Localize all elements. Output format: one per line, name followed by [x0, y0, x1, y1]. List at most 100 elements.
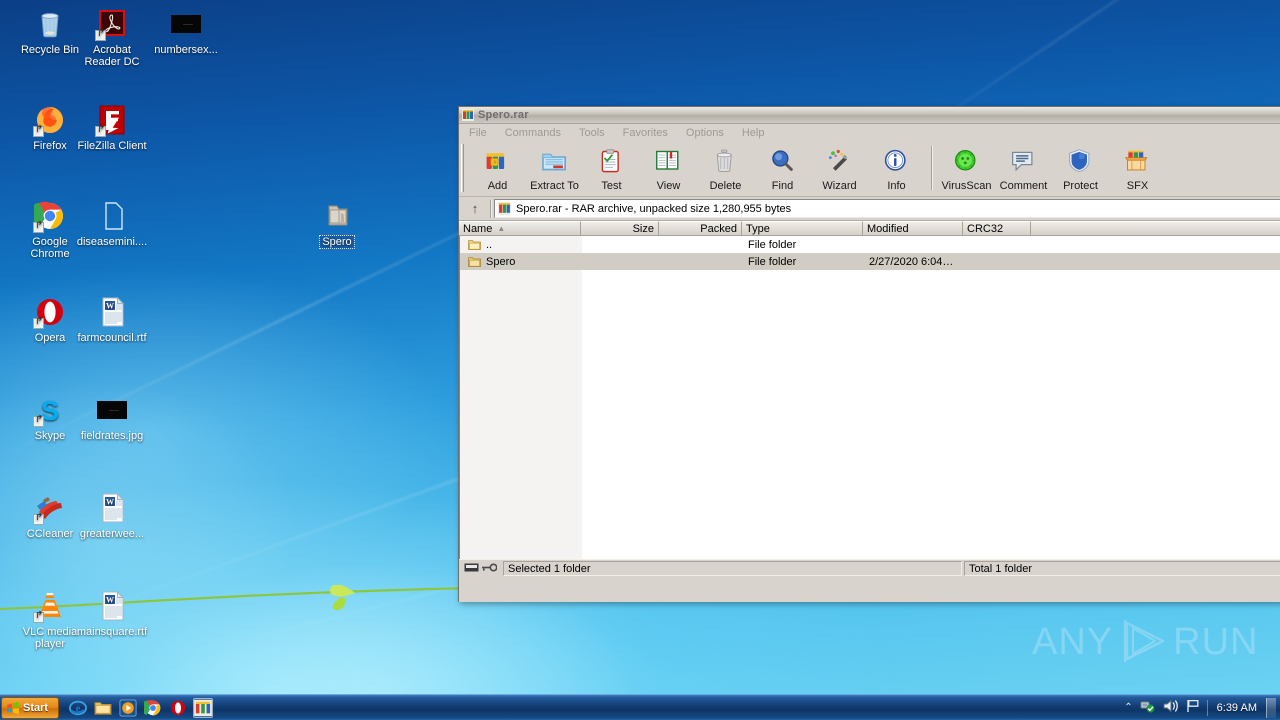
menu-item-favorites[interactable]: Favorites	[621, 126, 670, 140]
toolbar-extract-to-button[interactable]: Extract To	[526, 144, 583, 192]
toolbar-button-label: Find	[771, 180, 794, 192]
menu-item-help[interactable]: Help	[740, 126, 767, 140]
disk-icon	[464, 562, 479, 576]
toolbar-comment-button[interactable]: Comment	[995, 144, 1052, 192]
flag-action-center-icon[interactable]	[1186, 699, 1200, 716]
windows-flag-icon	[6, 701, 20, 715]
file-list-body[interactable]: .. File folder Spero File folder 2/27/2020 6…	[459, 236, 1280, 559]
toolbar-wizard-button[interactable]: Wizard	[811, 144, 868, 192]
taskbar[interactable]: Start e ⌃ 6:39 AM	[0, 694, 1280, 720]
desktop-icon-greaterwee[interactable]: Wgreaterwee...	[66, 492, 158, 540]
column-header-name[interactable]: Name ▲	[459, 221, 581, 236]
toolbar-sfx-button[interactable]: SFX	[1109, 144, 1166, 192]
winrar-address-bar[interactable]: ↑ Spero.rar - RAR archive, unpacked size…	[459, 197, 1280, 221]
add-archive-icon	[469, 146, 526, 178]
table-row[interactable]: Spero File folder 2/27/2020 6:04…	[460, 253, 1280, 270]
desktop-icon-label: Spero	[319, 235, 355, 249]
word-doc-icon: W	[96, 492, 128, 524]
desktop-icon-label: farmcouncil.rtf	[77, 332, 147, 344]
column-header-modified[interactable]: Modified	[863, 221, 963, 236]
menu-item-options[interactable]: Options	[684, 126, 726, 140]
word-doc-icon: W	[96, 296, 128, 328]
chrome-icon	[28, 200, 66, 233]
column-header-packed[interactable]: Packed	[659, 221, 742, 236]
desktop-icon-numbersex[interactable]: numbersex...	[140, 8, 232, 56]
taskbar-chrome-button[interactable]	[143, 698, 163, 718]
view-book-icon	[640, 146, 697, 178]
desktop-icon-fieldrates-jpg[interactable]: fieldrates.jpg	[66, 394, 158, 442]
folder-icon	[468, 256, 481, 268]
acrobat-reader-icon	[95, 8, 128, 41]
media-player-icon	[119, 698, 137, 717]
taskbar-media-player-button[interactable]	[118, 698, 138, 718]
winrar-window[interactable]: Spero.rar File Commands Tools Favorites Opti…	[458, 106, 1280, 602]
desktop-icon-filezilla-client[interactable]: FileZilla Client	[66, 104, 158, 152]
column-header-size[interactable]: Size	[581, 221, 659, 236]
winrar-toolbar[interactable]: Add Extract To Test View Delete Find Wizard Inf…	[459, 141, 1280, 197]
desktop-icon-spero[interactable]: Spero	[291, 200, 383, 249]
show-desktop-icon[interactable]	[1266, 697, 1276, 718]
toolbar-protect-button[interactable]: Protect	[1052, 144, 1109, 192]
desktop-icon-diseasemini[interactable]: diseasemini....	[66, 200, 158, 248]
taskbar-explorer-folder-button[interactable]	[93, 698, 113, 718]
toolbar-test-button[interactable]: Test	[583, 144, 640, 192]
toolbar-button-label: Add	[487, 180, 508, 192]
svg-text:W: W	[106, 497, 114, 506]
archive-path-field[interactable]: Spero.rar - RAR archive, unpacked size 1…	[494, 199, 1280, 218]
delete-trash-icon	[697, 146, 754, 178]
volume-icon[interactable]	[1163, 699, 1179, 716]
toolbar-grip[interactable]	[461, 144, 465, 192]
archive-path-text: Spero.rar - RAR archive, unpacked size 1…	[516, 202, 792, 215]
taskbar-internet-explorer-button[interactable]: e	[68, 698, 88, 718]
start-button[interactable]: Start	[1, 696, 59, 719]
column-header-type[interactable]: Type	[742, 221, 863, 236]
column-header-label: Packed	[700, 222, 737, 235]
svg-text:W: W	[106, 595, 114, 604]
info-circle-icon	[868, 146, 925, 178]
file-list-rows[interactable]: .. File folder Spero File folder 2/27/2020 6…	[460, 236, 1280, 270]
file-list-header[interactable]: Name ▲ Size Packed Type Modified CRC32	[459, 221, 1280, 236]
desktop-icon-label: diseasemini....	[76, 236, 148, 248]
taskbar-opera-button[interactable]	[168, 698, 188, 718]
word-doc-icon: W	[96, 590, 128, 622]
statusbar-icons	[461, 561, 501, 576]
chevron-up-icon[interactable]: ⌃	[1124, 702, 1132, 713]
winrar-titlebar[interactable]: Spero.rar	[459, 107, 1280, 124]
toolbar-info-button[interactable]: Info	[868, 144, 925, 192]
desktop-icon-farmcouncil-rtf[interactable]: Wfarmcouncil.rtf	[66, 296, 158, 344]
toolbar-find-button[interactable]: Find	[754, 144, 811, 192]
comment-bubble-icon	[995, 146, 1052, 178]
toolbar-separator	[931, 146, 932, 190]
cell-modified: 2/27/2020 6:04…	[869, 255, 954, 268]
status-total-text: Total 1 folder	[964, 561, 1280, 576]
desktop-icon-label: FileZilla Client	[77, 140, 147, 152]
chrome-icon	[144, 699, 162, 717]
shortcut-overlay-icon	[33, 416, 44, 427]
taskbar-winrar-books-button[interactable]	[193, 697, 213, 718]
find-magnifier-icon	[754, 146, 811, 178]
desktop-icon-mainsquare-rtf[interactable]: Wmainsquare.rtf	[66, 590, 158, 638]
system-tray[interactable]: ⌃ 6:39 AM	[1124, 697, 1280, 718]
vlc-icon	[33, 590, 66, 623]
key-icon	[482, 562, 498, 576]
shortcut-overlay-icon	[33, 514, 44, 525]
toolbar-view-button[interactable]: View	[640, 144, 697, 192]
column-header-crc32[interactable]: CRC32	[963, 221, 1031, 236]
svg-text:W: W	[106, 301, 114, 310]
toolbar-add-button[interactable]: Add	[469, 144, 526, 192]
menu-item-commands[interactable]: Commands	[503, 126, 563, 140]
winrar-menubar[interactable]: File Commands Tools Favorites Options Help	[459, 124, 1280, 141]
shortcut-overlay-icon	[33, 612, 44, 623]
toolbar-virusscan-button[interactable]: VirusScan	[938, 144, 995, 192]
network-icon[interactable]	[1140, 699, 1156, 717]
wizard-wand-icon	[811, 146, 868, 178]
toolbar-button-label: Delete	[709, 180, 742, 192]
arrow-up-icon[interactable]: ↑	[461, 199, 489, 219]
menu-item-file[interactable]: File	[467, 126, 489, 140]
table-row[interactable]: .. File folder	[460, 236, 1280, 253]
taskbar-clock[interactable]: 6:39 AM	[1215, 702, 1259, 714]
menu-item-tools[interactable]: Tools	[577, 126, 607, 140]
toolbar-delete-button[interactable]: Delete	[697, 144, 754, 192]
toolbar-button-label: Info	[887, 180, 906, 192]
quick-launch-bar[interactable]: e	[68, 697, 213, 718]
